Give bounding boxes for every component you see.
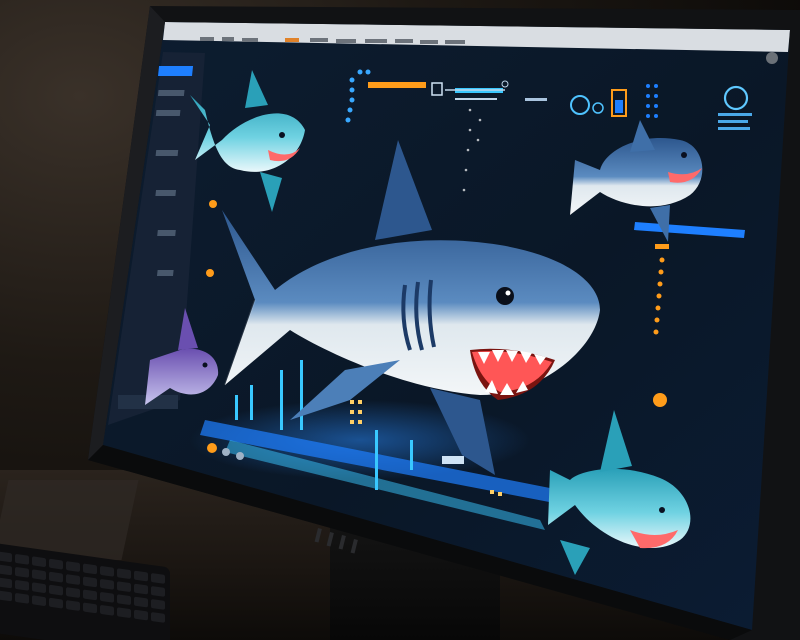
photo-scene: [0, 0, 800, 640]
shark-eye: [496, 287, 514, 305]
control-dot[interactable]: [207, 443, 217, 453]
monitor: [88, 6, 800, 640]
close-icon[interactable]: [766, 52, 778, 64]
sidebar-item-active[interactable]: [158, 66, 194, 76]
orange-light: [653, 393, 667, 407]
